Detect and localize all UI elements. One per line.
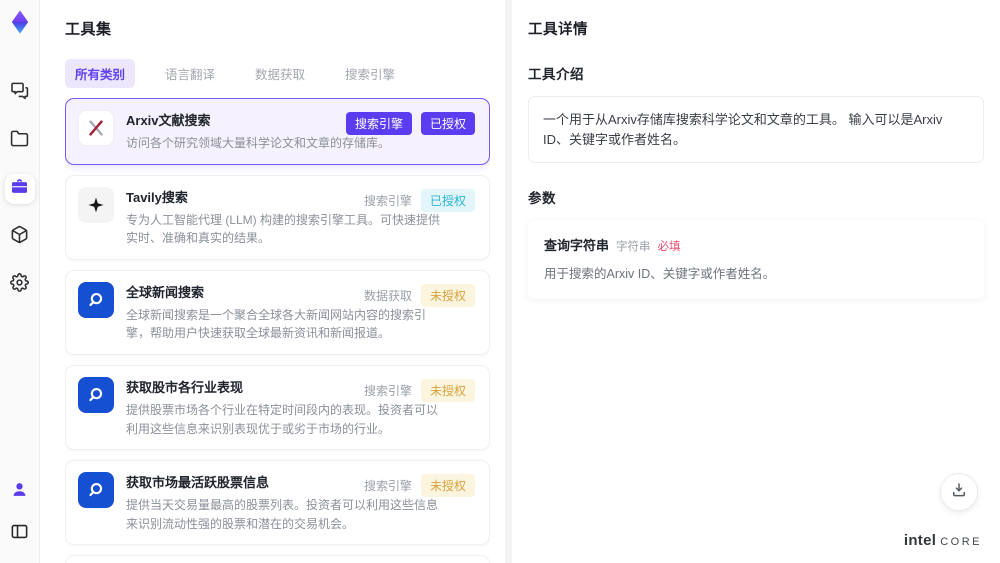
- tool-title: Tavily搜索: [126, 189, 188, 205]
- panel-divider: [505, 0, 512, 563]
- auth-status-badge: 未授权: [420, 474, 475, 498]
- arxiv-logo-icon: [78, 110, 114, 146]
- tool-detail-panel: 工具详情 工具介绍 一个用于从Arxiv存储库搜索科学论文和文章的工具。 输入可…: [512, 0, 1000, 563]
- tool-title: 全球新闻搜索: [126, 284, 205, 300]
- tab-search-engine[interactable]: 搜索引擎: [335, 59, 405, 88]
- tool-description: 专为人工智能代理 (LLM) 构建的搜索引擎工具。可快速提供实时、准确和真实的结…: [126, 212, 441, 246]
- download-icon: [950, 481, 968, 504]
- tool-card-tavily[interactable]: Tavily搜索 专为人工智能代理 (LLM) 构建的搜索引擎工具。可快速提供实…: [65, 174, 490, 260]
- param-card: 查询字符串 字符串 必填 用于搜索的Arxiv ID、关键字或作者姓名。: [528, 220, 984, 299]
- sidebar-item-user[interactable]: [5, 477, 35, 507]
- tool-list-panel: 工具集 所有类别 语言翻译 数据获取 搜索引擎 Arxiv文献搜索 访问各个研究…: [40, 0, 505, 563]
- stock-search-icon: [78, 472, 114, 509]
- auth-status-badge: 已授权: [420, 188, 475, 212]
- sidebar-item-files[interactable]: [5, 126, 35, 156]
- tool-card-active-stocks[interactable]: 获取市场最活跃股票信息 提供当天交易量最高的股票列表。投资者可以利用这些信息来识…: [65, 460, 490, 546]
- core-wordmark: core: [940, 536, 982, 548]
- auth-status-badge: 未授权: [420, 378, 475, 402]
- tool-card-sector-performance[interactable]: 获取股市各行业表现 提供股票市场各个行业在特定时间段内的表现。投资者可以利用这些…: [65, 364, 490, 451]
- tool-description: 访问各个研究领域大量科学论文和文章的存储库。: [126, 136, 391, 150]
- sidebar-rail: [0, 0, 40, 563]
- category-badge: 搜索引擎: [345, 112, 412, 135]
- cube-icon: [10, 225, 29, 249]
- tool-description: 提供股票市场各个行业在特定时间段内的表现。投资者可以利用这些信息来识别表现优于或…: [126, 402, 439, 436]
- app-window: 工具集 所有类别 语言翻译 数据获取 搜索引擎 Arxiv文献搜索 访问各个研究…: [0, 0, 1000, 563]
- category-badge: 搜索引擎: [363, 193, 412, 208]
- folder-icon: [10, 129, 29, 153]
- stock-search-icon: [78, 376, 114, 413]
- chat-icon: [10, 81, 29, 105]
- detail-title: 工具详情: [528, 22, 588, 38]
- gear-icon: [10, 273, 29, 297]
- tool-card-global-news[interactable]: 全球新闻搜索 全球新闻搜索是一个聚合全球各大新闻网站内容的搜索引擎，帮助用户快速…: [65, 269, 490, 355]
- auth-status-badge: 未授权: [420, 283, 475, 307]
- tool-title: 获取股市各行业表现: [126, 379, 244, 395]
- tab-all-categories[interactable]: 所有类别: [65, 59, 136, 88]
- tavily-star-icon: [78, 186, 114, 223]
- panel-toggle-icon: [10, 522, 29, 546]
- tool-description: 全球新闻搜索是一个聚合全球各大新闻网站内容的搜索引擎，帮助用户快速获取全球最新资…: [126, 307, 427, 341]
- user-icon: [10, 480, 29, 504]
- param-name: 查询字符串: [544, 238, 610, 253]
- sidebar-item-packages[interactable]: [5, 222, 35, 252]
- category-badge: 数据获取: [363, 288, 412, 303]
- category-badge: 搜索引擎: [363, 479, 412, 494]
- sidebar-item-settings[interactable]: [5, 270, 35, 300]
- tab-translation[interactable]: 语言翻译: [155, 59, 225, 88]
- tool-card-regional-news[interactable]: 万维地区新闻查询 查询具体行政区划内的新闻，快速了解各地新闻动 搜索引擎 未授权: [65, 555, 490, 563]
- category-tabs: 所有类别 语言翻译 数据获取 搜索引擎: [65, 59, 505, 88]
- tool-title: 获取市场最活跃股票信息: [126, 475, 270, 491]
- tool-card-arxiv[interactable]: Arxiv文献搜索 访问各个研究领域大量科学论文和文章的存储库。 搜索引擎 已授…: [65, 98, 490, 165]
- intel-core-logo: intel core: [904, 532, 982, 549]
- tool-card-list: Arxiv文献搜索 访问各个研究领域大量科学论文和文章的存储库。 搜索引擎 已授…: [65, 98, 490, 563]
- param-description: 用于搜索的Arxiv ID、关键字或作者姓名。: [544, 267, 776, 281]
- sidebar-item-chat[interactable]: [5, 78, 35, 108]
- tool-description: 提供当天交易量最高的股票列表。投资者可以利用这些信息来识别流动性强的股票和潜在的…: [126, 498, 439, 531]
- intro-heading: 工具介绍: [528, 67, 584, 82]
- param-required-flag: 必填: [657, 241, 681, 253]
- auth-status-badge: 已授权: [420, 112, 475, 135]
- sidebar-item-tools[interactable]: [4, 174, 35, 204]
- page-title: 工具集: [65, 21, 112, 38]
- app-logo-icon: [6, 8, 34, 36]
- tab-data-fetch[interactable]: 数据获取: [245, 59, 315, 88]
- download-button[interactable]: [940, 473, 978, 511]
- news-search-icon: [78, 281, 114, 318]
- category-badge: 搜索引擎: [363, 383, 412, 398]
- intro-box: 一个用于从Arxiv存储库搜索科学论文和文章的工具。 输入可以是Arxiv ID…: [528, 96, 984, 163]
- sidebar-item-collapse[interactable]: [5, 519, 35, 549]
- toolbox-icon: [10, 177, 29, 201]
- param-type: 字符串: [616, 241, 651, 253]
- params-heading: 参数: [528, 191, 556, 206]
- intel-wordmark: intel: [903, 532, 937, 549]
- tool-title: Arxiv文献搜索: [126, 113, 211, 128]
